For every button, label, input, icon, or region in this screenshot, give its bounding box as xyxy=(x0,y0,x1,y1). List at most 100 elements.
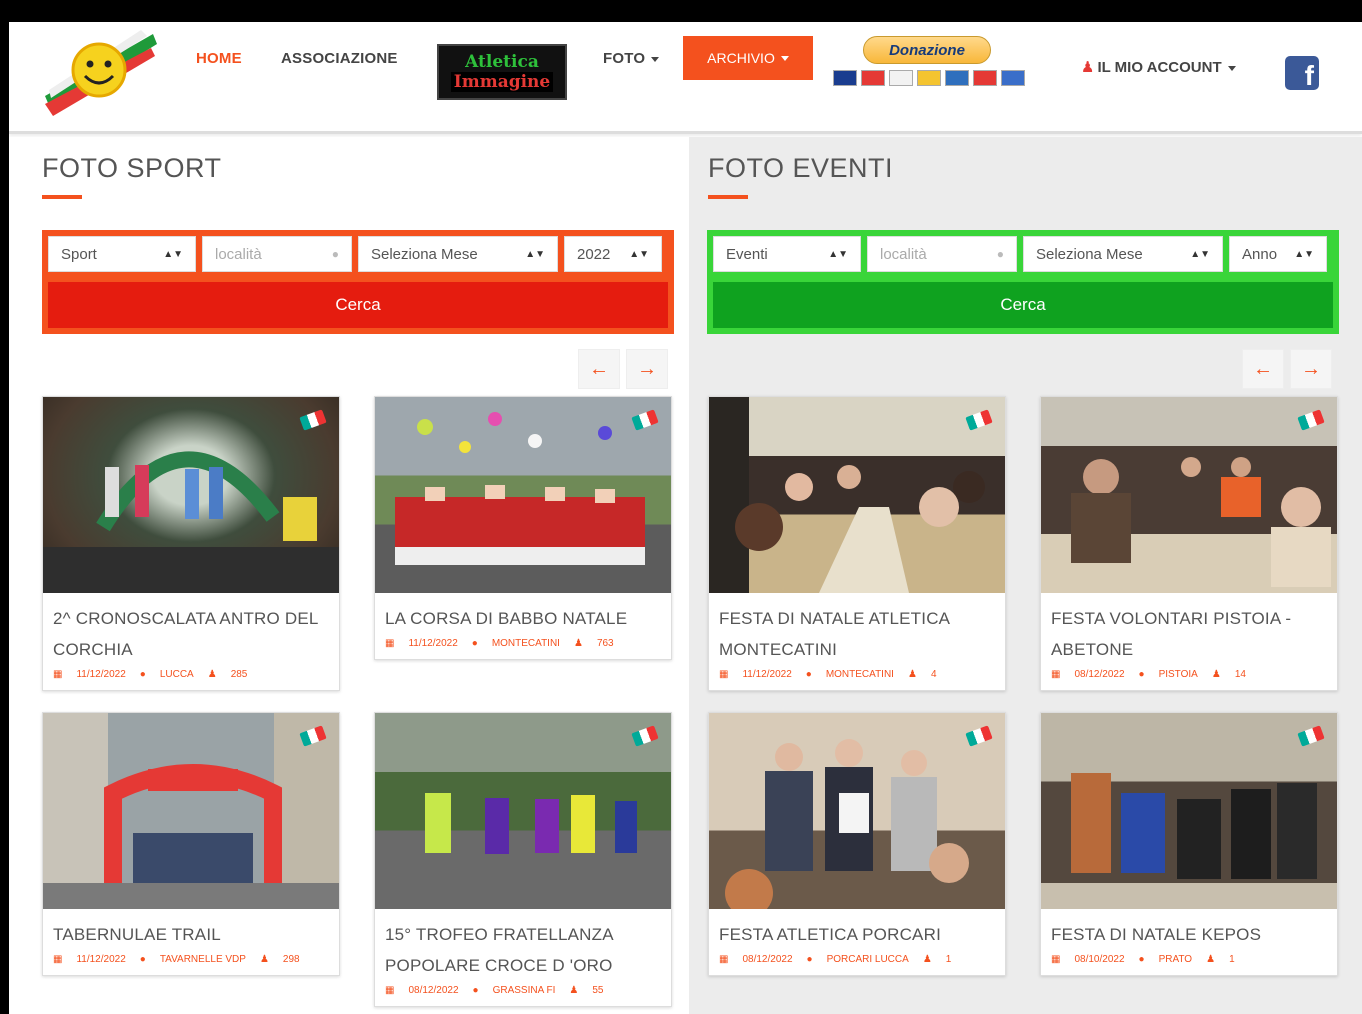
card-date: 08/12/2022 xyxy=(742,954,793,965)
donate-button[interactable]: Donazione xyxy=(863,36,991,64)
category-select[interactable]: Eventi ▲▼ xyxy=(713,236,861,272)
photo-card[interactable]: 15° TROFEO FRATELLANZA POPOLARE CROCE D … xyxy=(374,712,672,1007)
card-place: PORCARI LUCCA xyxy=(826,954,909,965)
card-count: 298 xyxy=(282,954,300,965)
month-select-value: Seleziona Mese xyxy=(1036,245,1143,263)
card-place: TAVARNELLE VDP xyxy=(159,954,246,965)
month-select[interactable]: Seleziona Mese ▲▼ xyxy=(358,236,558,272)
card-date: 08/10/2022 xyxy=(1074,954,1125,965)
foto-sport-section: FOTO SPORT Sport ▲▼ località ● Seleziona M… xyxy=(9,137,689,1014)
title-underline xyxy=(708,195,748,199)
users-icon: ♟ xyxy=(259,954,269,965)
users-icon: ♟ xyxy=(907,669,917,680)
calendar-icon: ▦ xyxy=(385,985,395,996)
card-count: 14 xyxy=(1234,669,1246,680)
photo-thumbnail[interactable] xyxy=(375,713,671,909)
banner-line-2: Immagine xyxy=(450,72,554,92)
nav-archivio-label: ARCHIVIO xyxy=(707,50,775,66)
map-marker-icon: ● xyxy=(139,954,146,965)
select-arrows-icon: ▲▼ xyxy=(163,248,183,260)
card-place: GRASSINA FI xyxy=(492,985,556,996)
navbar: HOME ASSOCIAZIONE Atletica Immagine FOTO… xyxy=(9,22,1362,134)
card-title[interactable]: TABERNULAE TRAIL xyxy=(43,909,339,950)
category-select[interactable]: Sport ▲▼ xyxy=(48,236,196,272)
select-arrows-icon: ▲▼ xyxy=(828,248,848,260)
location-placeholder: località xyxy=(880,245,927,263)
year-select[interactable]: 2022 ▲▼ xyxy=(564,236,662,272)
map-marker-icon: ● xyxy=(331,247,339,261)
card-date: 08/12/2022 xyxy=(408,985,459,996)
banner-line-1: Atletica xyxy=(465,52,539,72)
chevron-down-icon xyxy=(1227,65,1236,71)
sport-search-form: Sport ▲▼ località ● Seleziona Mese ▲▼ 2022 ▲… xyxy=(42,230,674,334)
photo-card[interactable]: 2^ CRONOSCALATA ANTRO DEL CORCHIA ▦ 11/12… xyxy=(42,396,340,691)
nav-account-dropdown[interactable]: ♟ IL MIO ACCOUNT xyxy=(1081,58,1236,76)
nav-associazione[interactable]: ASSOCIAZIONE xyxy=(281,50,398,68)
photo-thumbnail[interactable] xyxy=(709,713,1005,909)
eventi-pager: ← → xyxy=(1242,349,1332,389)
payment-cards-icon xyxy=(819,70,1039,92)
card-meta: ▦ 08/12/2022 ● PISTOIA ♟ 14 xyxy=(1041,665,1337,690)
card-meta: ▦ 11/12/2022 ● MONTECATINI ♟ 4 xyxy=(709,665,1005,690)
users-icon: ♟ xyxy=(569,985,579,996)
photo-card[interactable]: TABERNULAE TRAIL ▦ 11/12/2022 ● TAVARNELLE … xyxy=(42,712,340,976)
category-select-value: Eventi xyxy=(726,245,768,263)
photo-thumbnail[interactable] xyxy=(43,397,339,593)
calendar-icon: ▦ xyxy=(1051,669,1061,680)
photo-thumbnail[interactable] xyxy=(1041,713,1337,909)
photo-card[interactable]: FESTA DI NATALE ATLETICA MONTECATINI ▦ 11… xyxy=(708,396,1006,691)
search-button[interactable]: Cerca xyxy=(707,282,1339,334)
card-title[interactable]: FESTA VOLONTARI PISTOIA - ABETONE xyxy=(1041,593,1337,665)
map-marker-icon: ● xyxy=(472,985,479,996)
nav-foto-dropdown[interactable]: FOTO xyxy=(603,50,660,68)
map-marker-icon: ● xyxy=(139,669,146,680)
next-arrow-icon[interactable]: → xyxy=(1290,349,1332,389)
select-arrows-icon: ▲▼ xyxy=(1190,248,1210,260)
card-title[interactable]: 15° TROFEO FRATELLANZA POPOLARE CROCE D … xyxy=(375,909,671,981)
select-arrows-icon: ▲▼ xyxy=(1294,248,1314,260)
card-meta: ▦ 11/12/2022 ● LUCCA ♟ 285 xyxy=(43,665,339,690)
select-arrows-icon: ▲▼ xyxy=(629,248,649,260)
photo-thumbnail[interactable] xyxy=(43,713,339,909)
photo-thumbnail[interactable] xyxy=(375,397,671,593)
photo-card[interactable]: FESTA VOLONTARI PISTOIA - ABETONE ▦ 08/12… xyxy=(1040,396,1338,691)
year-select[interactable]: Anno ▲▼ xyxy=(1229,236,1327,272)
card-title[interactable]: 2^ CRONOSCALATA ANTRO DEL CORCHIA xyxy=(43,593,339,665)
section-title: FOTO EVENTI xyxy=(708,153,894,183)
users-icon: ♟ xyxy=(207,669,217,680)
photo-card[interactable]: FESTA DI NATALE KEPOS ▦ 08/10/2022 ● PRATO ♟… xyxy=(1040,712,1338,976)
photo-thumbnail[interactable] xyxy=(1041,397,1337,593)
card-title[interactable]: LA CORSA DI BABBO NATALE xyxy=(375,593,671,634)
nav-archivio-dropdown[interactable]: ARCHIVIO xyxy=(683,36,813,80)
site-logo[interactable] xyxy=(41,26,159,118)
card-date: 11/12/2022 xyxy=(76,954,126,965)
card-count: 4 xyxy=(930,669,937,680)
facebook-icon[interactable]: f xyxy=(1285,56,1319,90)
prev-arrow-icon[interactable]: ← xyxy=(1242,349,1284,389)
location-input[interactable]: località ● xyxy=(867,236,1017,272)
nav-home[interactable]: HOME xyxy=(196,50,242,68)
paypal-donate[interactable]: Donazione xyxy=(819,36,1039,96)
card-date: 11/12/2022 xyxy=(408,638,458,649)
atletica-immagine-banner[interactable]: Atletica Immagine xyxy=(437,44,567,100)
map-marker-icon: ● xyxy=(996,247,1004,261)
chevron-down-icon xyxy=(780,55,789,61)
search-button[interactable]: Cerca xyxy=(42,282,674,334)
card-meta: ▦ 11/12/2022 ● MONTECATINI ♟ 763 xyxy=(375,634,671,659)
photo-card[interactable]: FESTA ATLETICA PORCARI ▦ 08/12/2022 ● PORCA… xyxy=(708,712,1006,976)
card-title[interactable]: FESTA ATLETICA PORCARI xyxy=(709,909,1005,950)
card-count: 285 xyxy=(230,669,248,680)
card-title[interactable]: FESTA DI NATALE ATLETICA MONTECATINI xyxy=(709,593,1005,665)
photo-thumbnail[interactable] xyxy=(709,397,1005,593)
user-icon: ♟ xyxy=(1081,59,1095,76)
next-arrow-icon[interactable]: → xyxy=(626,349,668,389)
page: HOME ASSOCIAZIONE Atletica Immagine FOTO… xyxy=(9,22,1362,1014)
category-select-value: Sport xyxy=(61,245,97,263)
prev-arrow-icon[interactable]: ← xyxy=(578,349,620,389)
title-underline xyxy=(42,195,82,199)
location-input[interactable]: località ● xyxy=(202,236,352,272)
card-title[interactable]: FESTA DI NATALE KEPOS xyxy=(1041,909,1337,950)
calendar-icon: ▦ xyxy=(719,669,729,680)
photo-card[interactable]: LA CORSA DI BABBO NATALE ▦ 11/12/2022 ● MON… xyxy=(374,396,672,660)
month-select[interactable]: Seleziona Mese ▲▼ xyxy=(1023,236,1223,272)
